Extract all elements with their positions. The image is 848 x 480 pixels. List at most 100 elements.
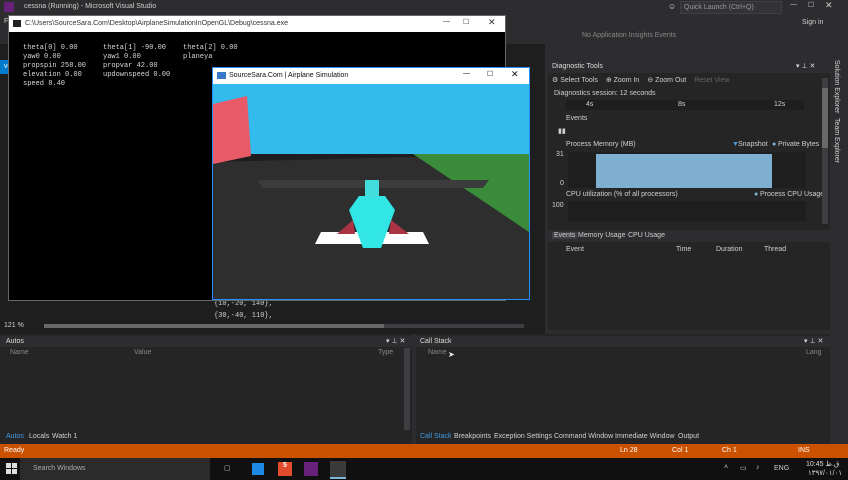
- column-name[interactable]: Name: [428, 349, 447, 356]
- column-lang[interactable]: Lang: [806, 349, 822, 356]
- call-stack-panel: Call Stack ▾ ⊥ ✕ Name Lang ➤ Call Stack …: [416, 334, 830, 444]
- tab-events[interactable]: Events: [552, 232, 578, 239]
- tab-locals[interactable]: Locals: [29, 433, 49, 440]
- red-building: [213, 96, 251, 164]
- sign-in-link[interactable]: Sign in: [802, 19, 823, 26]
- timeline-ruler[interactable]: 4s 8s 12s: [566, 100, 804, 110]
- tab-command-window[interactable]: Command Window: [554, 433, 613, 440]
- diag-scrollbar[interactable]: [822, 78, 828, 224]
- windows-start-icon[interactable]: [6, 463, 18, 475]
- column-value[interactable]: Value: [134, 349, 151, 356]
- visual-studio-taskbar-icon[interactable]: [304, 462, 318, 476]
- console-close-button[interactable]: ✕: [488, 17, 496, 28]
- team-explorer-tab[interactable]: Team Explorer: [833, 118, 840, 163]
- memory-graph[interactable]: [568, 152, 806, 188]
- private-bytes-icon: ●: [772, 141, 777, 148]
- column-thread[interactable]: Thread: [764, 246, 786, 253]
- diag-scroll-thumb[interactable]: [822, 88, 828, 148]
- console-line: speed 8.40: [23, 80, 66, 88]
- console-line: updownspeed 0.00: [103, 71, 171, 79]
- console-line: theta[1] -90.00: [103, 44, 167, 52]
- sky: [213, 84, 529, 154]
- feedback-smiley-icon[interactable]: ☺: [668, 2, 676, 11]
- airplane-simulation-window[interactable]: SourceSara.Com | Airplane Simulation — ☐…: [212, 67, 530, 300]
- editor-horizontal-scrollbar[interactable]: [44, 324, 524, 328]
- tab-output[interactable]: Output: [678, 433, 699, 440]
- column-time[interactable]: Time: [676, 246, 691, 253]
- tab-call-stack[interactable]: Call Stack: [420, 433, 452, 440]
- console-line: propspin 258.00: [23, 62, 87, 70]
- solution-explorer-tab[interactable]: Solution Explorer: [833, 60, 840, 113]
- pause-icon: ▮▮: [558, 128, 566, 135]
- tab-breakpoints[interactable]: Breakpoints: [454, 433, 491, 440]
- status-ready: Ready: [4, 447, 25, 454]
- volume-icon[interactable]: ♪: [756, 464, 760, 471]
- autos-scrollbar[interactable]: [404, 348, 410, 430]
- quick-launch-input[interactable]: Quick Launch (Ctrl+Q): [680, 1, 782, 14]
- timeline-tick-label: 12s: [774, 101, 786, 108]
- call-stack-pin-icon[interactable]: ▾ ⊥ ✕: [804, 337, 823, 345]
- zoom-level[interactable]: 121 %: [4, 322, 24, 329]
- tab-autos[interactable]: Autos: [6, 433, 24, 440]
- tab-immediate-window[interactable]: Immediate Window: [615, 433, 675, 440]
- tab-exception-settings[interactable]: Exception Settings: [494, 433, 552, 440]
- autos-pin-icon[interactable]: ▾ ⊥ ✕: [386, 337, 405, 345]
- column-type[interactable]: Type: [378, 349, 393, 356]
- task-view-icon[interactable]: ▢: [224, 464, 231, 472]
- minimize-button[interactable]: —: [790, 1, 797, 8]
- vs-logo-icon: [4, 2, 14, 12]
- console-maximize-button[interactable]: ☐: [463, 18, 469, 26]
- airplane-close-button[interactable]: ✕: [511, 69, 519, 80]
- vs-title-bar: cessna (Running) - Microsoft Visual Stud…: [0, 0, 848, 14]
- vs-code-taskbar-icon[interactable]: [252, 463, 264, 475]
- network-icon[interactable]: ▭: [740, 464, 747, 472]
- zoom-out-button[interactable]: Zoom Out: [655, 77, 686, 84]
- code-line-2: {30,-40, 110},: [214, 312, 273, 320]
- events-table-header: Event Time Duration Thread: [548, 244, 830, 256]
- memory-axis-top: 31: [556, 151, 564, 158]
- maximize-button[interactable]: ☐: [808, 1, 814, 9]
- close-button[interactable]: ✕: [825, 0, 833, 11]
- column-name[interactable]: Name: [10, 349, 29, 356]
- console-line: elevation 0.00: [23, 71, 82, 79]
- taskbar-time[interactable]: 10:45 ق.ظ: [806, 460, 839, 468]
- events-header[interactable]: Events: [566, 115, 587, 122]
- airplane-minimize-button[interactable]: —: [463, 70, 470, 77]
- console-minimize-button[interactable]: —: [443, 18, 450, 25]
- cpu-graph[interactable]: [568, 201, 806, 221]
- airplane-maximize-button[interactable]: ☐: [487, 70, 493, 78]
- console-line: yaw0 0.00: [23, 53, 61, 61]
- html5-taskbar-icon[interactable]: 5: [278, 462, 292, 476]
- call-stack-header: Call Stack ▾ ⊥ ✕: [416, 336, 830, 347]
- reset-view-button[interactable]: Reset View: [694, 77, 729, 84]
- editor-scroll-thumb[interactable]: [44, 324, 384, 328]
- status-column: Col 1: [672, 447, 689, 454]
- console-taskbar-icon[interactable]: [330, 461, 346, 479]
- tab-cpu-usage[interactable]: CPU Usage: [628, 232, 665, 239]
- zoom-in-button[interactable]: Zoom In: [614, 77, 640, 84]
- status-char: Ch 1: [722, 447, 737, 454]
- tab-memory-usage[interactable]: Memory Usage: [578, 232, 625, 239]
- taskbar-search-box[interactable]: Search Windows: [20, 458, 210, 480]
- tab-watch-1[interactable]: Watch 1: [52, 433, 77, 440]
- taskbar-date[interactable]: ۱۳۹۷/۰۱/۰۱: [808, 469, 842, 477]
- windows-taskbar: Search Windows ▢ 5 ˄ ▭ ♪ ENG 10:45 ق.ظ ۱…: [0, 458, 848, 480]
- autos-tabs: Autos Locals Watch 1: [0, 432, 412, 444]
- select-tools-button[interactable]: Select Tools: [560, 77, 598, 84]
- cpu-utilization-label[interactable]: CPU utilization (% of all processors): [566, 191, 678, 198]
- zoom-out-icon: ⊖: [647, 77, 654, 84]
- app-insights-button[interactable]: No Application Insights Events: [582, 32, 676, 39]
- language-indicator[interactable]: ENG: [774, 465, 789, 472]
- tray-arrow-icon[interactable]: ˄: [724, 464, 728, 471]
- column-event[interactable]: Event: [566, 246, 584, 253]
- memory-axis-bottom: 0: [560, 180, 564, 187]
- pin-icon[interactable]: ▾ ⊥ ✕: [796, 62, 815, 70]
- diag-toolbar: ⚙ Select Tools ⊕ Zoom In ⊖ Zoom Out Rese…: [552, 76, 729, 84]
- simulation-viewport[interactable]: [213, 84, 529, 299]
- process-cpu-legend: Process CPU Usage: [760, 191, 825, 198]
- process-memory-label[interactable]: Process Memory (MB): [566, 141, 636, 148]
- airplane-prop-hub: [365, 180, 379, 198]
- status-line: Ln 28: [620, 447, 638, 454]
- column-duration[interactable]: Duration: [716, 246, 742, 253]
- mouse-cursor-icon: ➤: [448, 350, 455, 359]
